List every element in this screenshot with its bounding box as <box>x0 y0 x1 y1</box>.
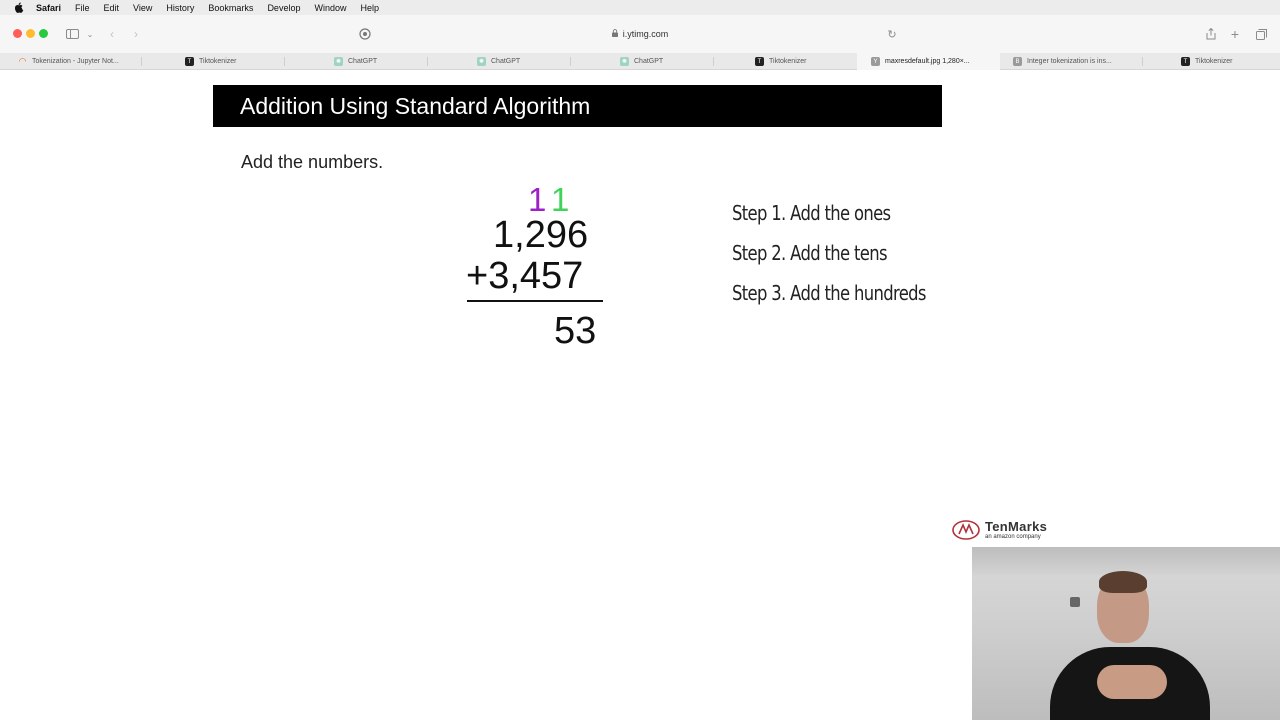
browser-toolbar: ⌄ ‹ › i.ytimg.com ↻ + <box>0 15 1280 53</box>
page-icon: B <box>1013 57 1022 66</box>
share-icon[interactable] <box>1203 26 1219 42</box>
menu-bar: Safari File Edit View History Bookmarks … <box>0 0 1280 15</box>
addend-two: +3,457 <box>466 255 584 297</box>
menu-app-safari[interactable]: Safari <box>36 3 61 13</box>
tab-chatgpt[interactable]: ✺ ChatGPT <box>571 53 714 70</box>
menu-view[interactable]: View <box>133 3 152 13</box>
tenmarks-logo-icon <box>952 520 980 540</box>
tab-chatgpt[interactable]: ✺ ChatGPT <box>285 53 428 70</box>
logo-tagline: an amazon company <box>985 533 1041 540</box>
tab-overview-icon[interactable] <box>1253 26 1269 42</box>
presenter-hands <box>1097 665 1167 699</box>
slide-image: Addition Using Standard Algorithm Add th… <box>213 85 1062 547</box>
partial-sum: 53 <box>554 310 597 352</box>
tiktokenizer-icon: T <box>1181 57 1190 66</box>
tenmarks-logo: TenMarks an amazon company <box>951 519 1047 541</box>
chatgpt-icon: ✺ <box>334 57 343 66</box>
forward-button-icon[interactable]: › <box>128 26 144 42</box>
menu-file[interactable]: File <box>75 3 90 13</box>
reload-icon[interactable]: ↻ <box>884 26 900 42</box>
tab-label: Tokenization - Jupyter Not... <box>32 58 119 65</box>
tab-label: Integer tokenization is ins... <box>1027 58 1112 65</box>
page-content: Addition Using Standard Algorithm Add th… <box>0 71 1280 720</box>
menu-window[interactable]: Window <box>314 3 346 13</box>
tab-label: Tiktokenizer <box>1195 58 1233 65</box>
tab-label: Tiktokenizer <box>769 58 807 65</box>
tab-bar: ◠ Tokenization - Jupyter Not... T Tiktok… <box>0 53 1280 70</box>
chatgpt-icon: ✺ <box>477 57 486 66</box>
menu-edit[interactable]: Edit <box>104 3 120 13</box>
chatgpt-icon: ✺ <box>620 57 629 66</box>
slide-instruction: Add the numbers. <box>241 152 384 172</box>
image-icon: Y <box>871 57 880 66</box>
close-window-button[interactable] <box>13 29 22 38</box>
back-button-icon[interactable]: ‹ <box>104 26 120 42</box>
steps-list: Step 1. Add the ones Step 2. Add the ten… <box>732 201 968 321</box>
tab-label: maxresdefault.jpg 1,280×... <box>885 58 970 65</box>
tab-tiktokenizer[interactable]: T Tiktokenizer <box>1143 53 1280 70</box>
tab-tiktokenizer[interactable]: T Tiktokenizer <box>714 53 857 70</box>
jupyter-icon: ◠ <box>18 56 27 66</box>
new-tab-icon[interactable]: + <box>1227 26 1243 42</box>
webcam-overlay <box>972 547 1280 720</box>
tab-label: ChatGPT <box>634 58 664 65</box>
minimize-window-button[interactable] <box>26 29 35 38</box>
address-bar[interactable]: i.ytimg.com <box>380 25 900 43</box>
menu-bookmarks[interactable]: Bookmarks <box>208 3 253 13</box>
tab-chatgpt[interactable]: ✺ ChatGPT <box>428 53 571 70</box>
tiktokenizer-icon: T <box>185 57 194 66</box>
step-item: Step 1. Add the ones <box>732 201 891 225</box>
addend-one: 1,296 <box>493 214 589 256</box>
zoom-window-button[interactable] <box>39 29 48 38</box>
menu-history[interactable]: History <box>166 3 194 13</box>
lock-icon <box>611 29 618 39</box>
tab-label: Tiktokenizer <box>199 58 237 65</box>
tab-maxresdefault-active[interactable]: Y maxresdefault.jpg 1,280×... <box>857 53 1000 70</box>
url-text: i.ytimg.com <box>622 29 669 39</box>
tab-jupyter[interactable]: ◠ Tokenization - Jupyter Not... <box>0 53 142 70</box>
slide-title-bar: Addition Using Standard Algorithm <box>213 85 942 127</box>
chevron-down-icon[interactable]: ⌄ <box>82 26 98 42</box>
slide-title: Addition Using Standard Algorithm <box>240 93 591 119</box>
tab-label: ChatGPT <box>348 58 378 65</box>
apple-icon[interactable] <box>13 2 24 13</box>
step-item: Step 3. Add the hundreds <box>732 281 926 305</box>
tiktokenizer-icon: T <box>755 57 764 66</box>
tab-integer-tokenization[interactable]: B Integer tokenization is ins... <box>1000 53 1143 70</box>
step-item: Step 2. Add the tens <box>732 241 888 265</box>
menu-develop[interactable]: Develop <box>267 3 300 13</box>
sidebar-toggle-icon[interactable] <box>64 26 80 42</box>
menu-help[interactable]: Help <box>360 3 379 13</box>
sum-line <box>467 300 603 302</box>
tab-tiktokenizer[interactable]: T Tiktokenizer <box>142 53 285 70</box>
privacy-report-icon[interactable] <box>357 26 373 42</box>
logo-name: TenMarks <box>985 518 1048 534</box>
tab-label: ChatGPT <box>491 58 521 65</box>
